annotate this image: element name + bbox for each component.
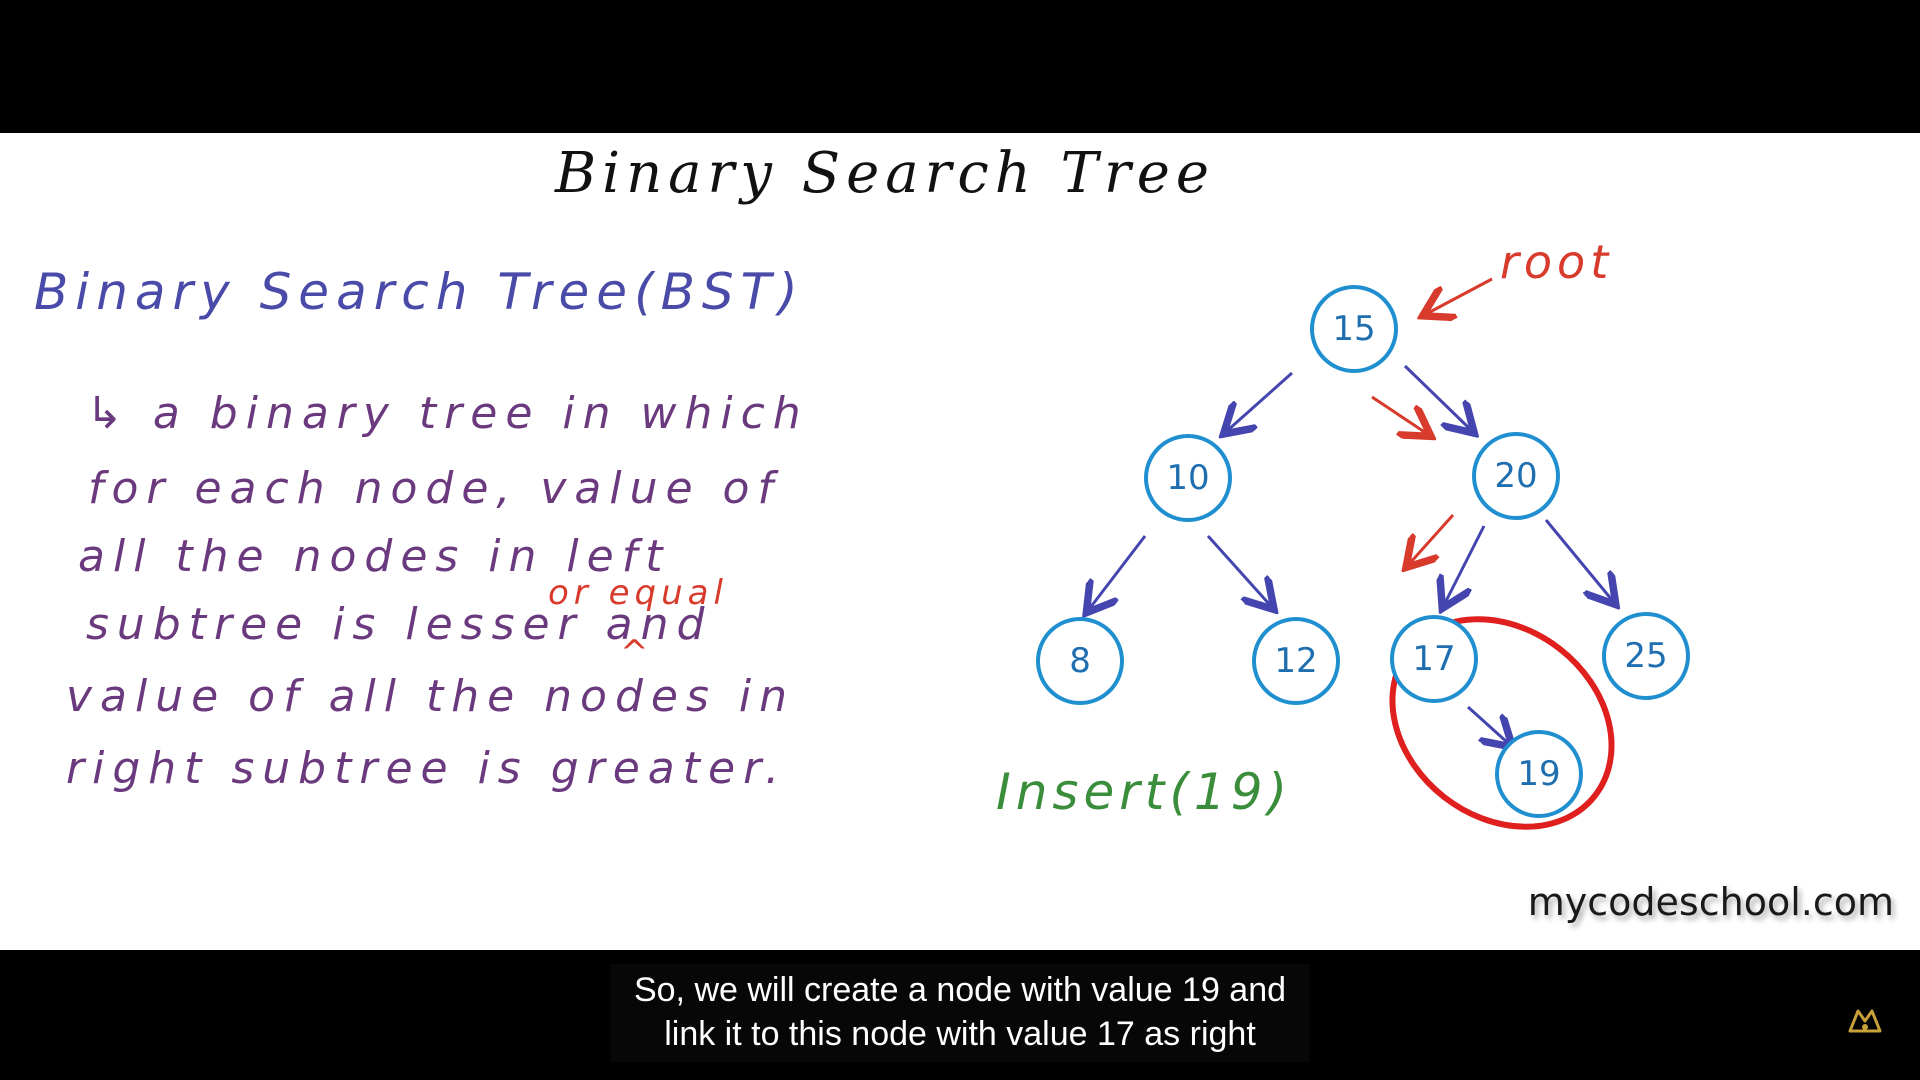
logo-icon[interactable] [1846,1005,1884,1037]
tree-node: 15 [1310,285,1398,373]
node-value: 15 [1332,309,1375,349]
highlight-circle [1389,616,1615,830]
edge-17-19 [1466,705,1508,743]
node-value: 17 [1412,639,1455,679]
tree-node: 25 [1602,612,1690,700]
binary-search-tree: 15 10 20 8 12 17 25 19 [1036,277,1690,830]
tree-node: 10 [1144,434,1232,522]
node-value: 10 [1166,458,1209,498]
node-value: 12 [1274,641,1317,681]
node-value: 25 [1624,636,1667,676]
edge-15-20 [1403,364,1470,429]
edge-20-25 [1544,519,1612,600]
watermark: mycodeschool.com [1527,880,1894,924]
node-value: 20 [1494,456,1537,496]
tree-node: 17 [1390,615,1478,703]
caption-line-2: link it to this node with value 17 as ri… [664,1015,1256,1053]
video-frame: Binary Search Tree Binary Search Tree(BS… [0,0,1920,1080]
tree-edges [1090,364,1612,743]
letterbox-top [0,0,1920,133]
node-value: 8 [1069,641,1091,681]
node-value: 19 [1517,754,1560,794]
tree-node: 12 [1252,617,1340,705]
subtitle-caption: So, we will create a node with value 19 … [610,964,1310,1062]
red-arrow-root [1428,277,1493,313]
tree-node: 19 [1495,730,1583,818]
red-arrow-right [1371,395,1426,433]
tree-node: 20 [1472,432,1560,520]
edge-10-8 [1090,535,1147,608]
caption-line-1: So, we will create a node with value 19 … [633,971,1287,1009]
edge-10-12 [1206,534,1270,605]
edge-20-17 [1445,525,1486,603]
tree-node: 8 [1036,617,1124,705]
red-arrow-left [1410,513,1455,563]
edge-15-10 [1228,371,1293,430]
